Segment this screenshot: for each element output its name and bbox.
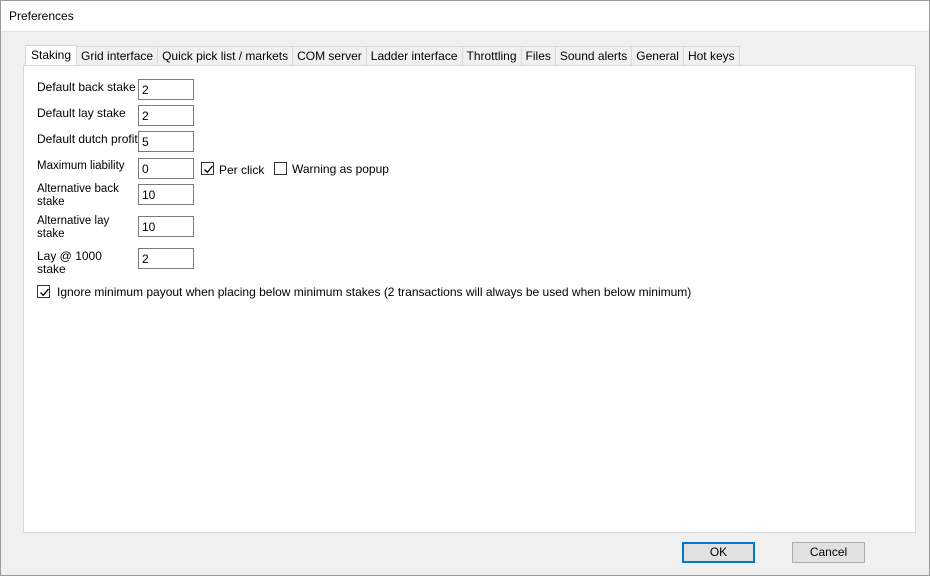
tab-staking[interactable]: Staking [25, 45, 78, 66]
tab-quick-pick-list-markets[interactable]: Quick pick list / markets [158, 46, 294, 65]
tab-hot-keys[interactable]: Hot keys [683, 46, 740, 65]
alternative-back-stake-label-line1: Alternative back [37, 183, 119, 195]
alternative-back-stake-input[interactable] [138, 184, 194, 205]
preferences-window: Preferences Staking Grid interface Quick… [0, 0, 930, 576]
lay-1000-stake-input[interactable] [138, 248, 194, 269]
tab-throttling[interactable]: Throttling [462, 46, 522, 65]
ignore-minimum-payout-label: Ignore minimum payout when placing below… [57, 285, 692, 299]
warning-as-popup-checkbox[interactable] [274, 162, 287, 175]
default-dutch-profit-label: Default dutch profit [37, 132, 138, 146]
title-bar[interactable]: Preferences [1, 1, 929, 32]
default-dutch-profit-input[interactable] [138, 131, 194, 152]
default-back-stake-label: Default back stake [37, 80, 136, 94]
alternative-lay-stake-label-line1: Alternative lay [37, 215, 110, 227]
tab-sound-alerts[interactable]: Sound alerts [555, 46, 633, 65]
tab-general[interactable]: General [632, 46, 684, 65]
tab-grid-interface[interactable]: Grid interface [77, 46, 159, 65]
tab-ladder-interface[interactable]: Ladder interface [366, 46, 463, 65]
default-back-stake-input[interactable] [138, 79, 194, 100]
maximum-liability-input[interactable] [138, 158, 194, 179]
window-title: Preferences [9, 9, 74, 23]
tab-strip: Staking Grid interface Quick pick list /… [25, 45, 740, 66]
cancel-button[interactable]: Cancel [792, 542, 865, 563]
alternative-lay-stake-label-line2: stake [37, 228, 65, 240]
staking-panel: Default back stake Default lay stake Def… [23, 65, 916, 533]
maximum-liability-label: Maximum liability [37, 160, 125, 172]
tab-com-server[interactable]: COM server [293, 46, 367, 65]
checkmark-icon [204, 165, 214, 174]
alternative-back-stake-label-line2: stake [37, 196, 65, 208]
lay-1000-stake-label-line2: stake [37, 262, 66, 276]
ignore-minimum-payout-checkbox[interactable] [37, 285, 50, 298]
default-lay-stake-label: Default lay stake [37, 106, 126, 120]
tab-files[interactable]: Files [521, 46, 556, 65]
checkmark-icon [40, 288, 50, 297]
default-lay-stake-input[interactable] [138, 105, 194, 126]
ok-button[interactable]: OK [682, 542, 755, 563]
warning-as-popup-label: Warning as popup [292, 162, 389, 176]
alternative-lay-stake-input[interactable] [138, 216, 194, 237]
per-click-checkbox[interactable] [201, 162, 214, 175]
per-click-label: Per click [219, 163, 265, 177]
